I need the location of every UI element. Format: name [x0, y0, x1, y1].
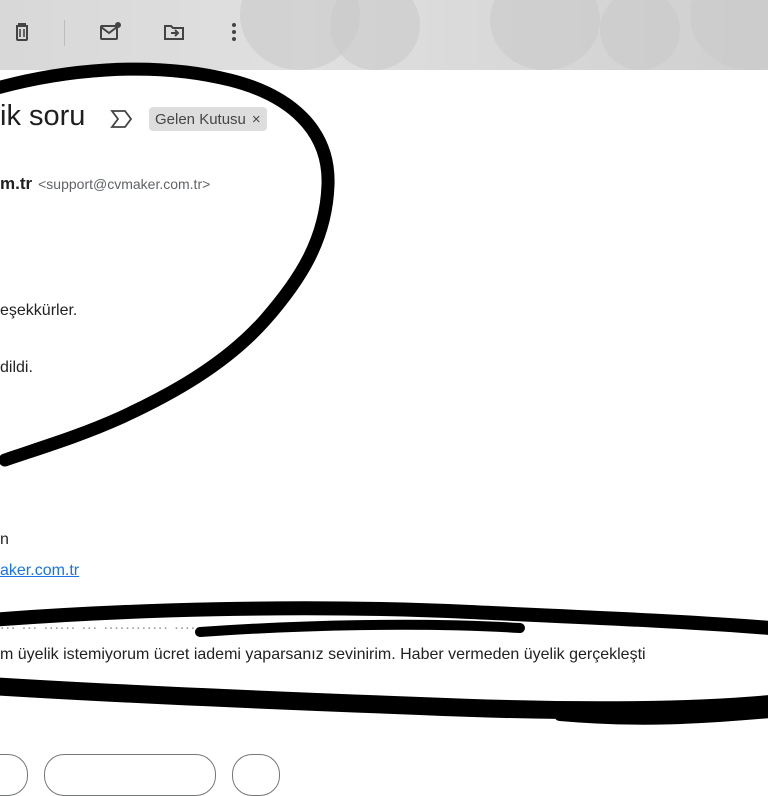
- mark-unread-icon: [100, 22, 121, 40]
- theme-background-shape: [330, 0, 420, 70]
- sender-name: m.tr: [0, 174, 33, 193]
- important-marker-icon[interactable]: [110, 108, 134, 130]
- signature-link[interactable]: aker.com.tr: [0, 562, 79, 580]
- theme-background-shape: [690, 0, 768, 70]
- sender-info: m.tr <support@cvmaker.com.tr>: [0, 174, 210, 194]
- delete-icon: [16, 23, 28, 41]
- theme-background-shape: [490, 0, 600, 70]
- label-chip-text: Gelen Kutusu: [155, 110, 246, 128]
- more-options-button[interactable]: [218, 16, 250, 48]
- body-line: eşekkürler.: [0, 302, 78, 319]
- move-to-icon: [164, 25, 184, 40]
- quoted-header: ... ... ...:.. ... ............ ........…: [0, 616, 311, 633]
- email-subject: ik soru: [0, 100, 86, 132]
- toolbar: [0, 0, 768, 70]
- forward-button[interactable]: [232, 754, 280, 796]
- quoted-text: m üyelik istemiyorum ücret iademi yapars…: [0, 646, 646, 663]
- body-line: dildi.: [0, 359, 33, 376]
- sender-email: <support@cvmaker.com.tr>: [38, 176, 211, 192]
- remove-label-icon[interactable]: ×: [252, 111, 261, 128]
- label-chip-inbox: Gelen Kutusu ×: [149, 107, 267, 131]
- toolbar-divider: [64, 20, 65, 46]
- signature-line: n: [0, 531, 9, 548]
- mark-unread-button[interactable]: [94, 16, 126, 48]
- more-icon: [232, 23, 236, 41]
- reply-all-button[interactable]: [44, 754, 216, 796]
- reply-button[interactable]: [0, 754, 28, 796]
- delete-button[interactable]: [6, 16, 38, 48]
- move-to-button[interactable]: [158, 16, 190, 48]
- theme-background-shape: [600, 0, 680, 70]
